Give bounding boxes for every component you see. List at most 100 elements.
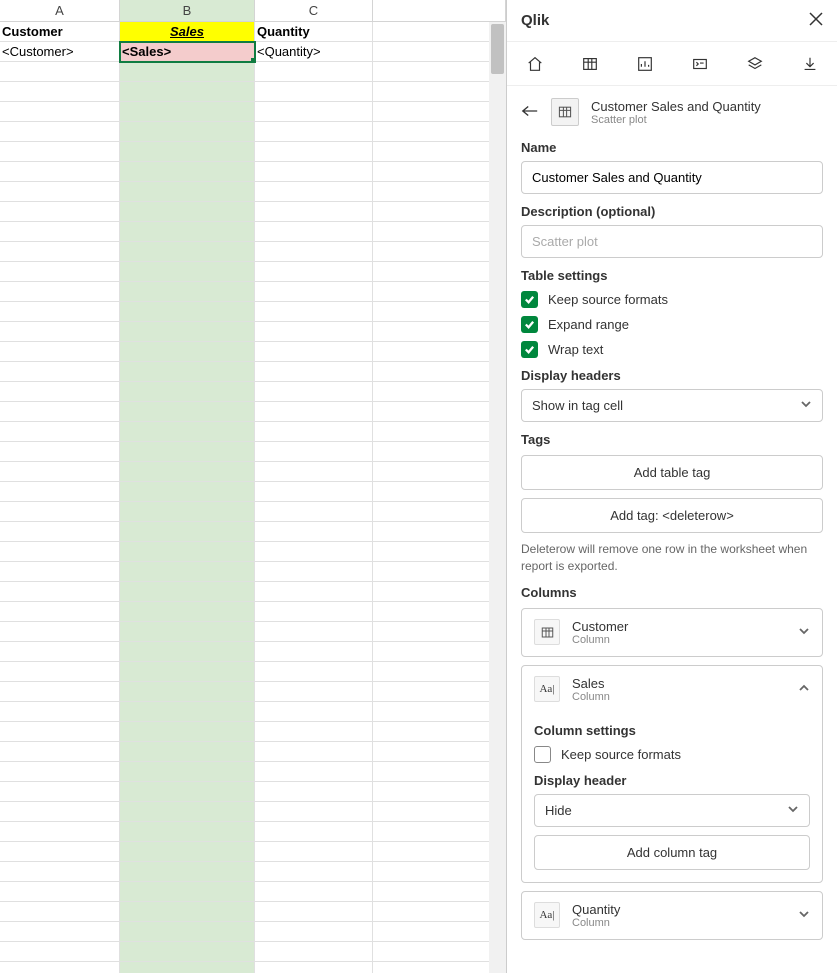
cell[interactable] [120,362,255,382]
cell[interactable] [0,942,120,962]
cell[interactable] [0,122,120,142]
cell[interactable] [0,842,120,862]
cell[interactable] [0,902,120,922]
cell[interactable] [373,962,506,973]
cell[interactable] [0,762,120,782]
cell[interactable] [0,402,120,422]
cell[interactable] [373,822,506,842]
cell[interactable] [120,582,255,602]
cell[interactable]: <Customer> [0,42,120,62]
cell[interactable] [373,202,506,222]
layers-icon[interactable] [727,42,782,85]
col-header-c[interactable]: C [255,0,373,22]
cell[interactable]: Quantity [255,22,373,42]
back-arrow-icon[interactable] [521,104,539,121]
cell[interactable] [255,462,373,482]
cell[interactable] [255,642,373,662]
cell[interactable] [373,702,506,722]
table-icon[interactable] [562,42,617,85]
cell[interactable] [120,382,255,402]
cell[interactable] [255,922,373,942]
cell[interactable] [0,502,120,522]
cell[interactable] [373,402,506,422]
cell[interactable] [120,102,255,122]
cell[interactable] [373,862,506,882]
cell[interactable] [255,242,373,262]
cell[interactable] [373,582,506,602]
cell[interactable] [373,882,506,902]
cell[interactable] [255,582,373,602]
cell[interactable] [373,302,506,322]
scroll-thumb[interactable] [491,24,504,74]
cell[interactable] [373,602,506,622]
cell[interactable] [373,342,506,362]
cell[interactable] [120,782,255,802]
cell[interactable] [373,22,506,42]
cell[interactable] [120,642,255,662]
cell[interactable] [120,242,255,262]
cell[interactable] [255,422,373,442]
cell[interactable] [0,202,120,222]
cell[interactable] [120,842,255,862]
column-item-header[interactable]: Aa| Sales Column [522,666,822,713]
cell[interactable] [120,882,255,902]
cell[interactable] [120,122,255,142]
column-item-header[interactable]: Customer Column [522,609,822,656]
cell[interactable] [0,342,120,362]
cell[interactable] [120,202,255,222]
cell[interactable] [120,862,255,882]
cell[interactable] [373,102,506,122]
cell[interactable] [0,662,120,682]
cell[interactable] [373,502,506,522]
cell[interactable] [255,942,373,962]
cell[interactable] [255,442,373,462]
cell[interactable] [373,922,506,942]
cell[interactable] [255,342,373,362]
cell[interactable] [373,782,506,802]
cell[interactable] [255,682,373,702]
cell[interactable] [0,582,120,602]
cell[interactable] [120,702,255,722]
cell[interactable] [0,442,120,462]
cell[interactable] [255,722,373,742]
cell[interactable] [373,522,506,542]
sheet-body[interactable]: Customer Sales Quantity <Customer> <Sale… [0,22,506,973]
cell[interactable] [0,482,120,502]
cell[interactable] [373,762,506,782]
cell[interactable] [120,802,255,822]
cell[interactable] [255,662,373,682]
cell[interactable] [373,462,506,482]
cell[interactable] [0,322,120,342]
cell[interactable] [0,182,120,202]
home-icon[interactable] [507,42,562,85]
cell[interactable] [373,82,506,102]
cell[interactable] [0,622,120,642]
cell[interactable] [255,762,373,782]
cell[interactable] [120,922,255,942]
cell[interactable] [120,82,255,102]
display-header-select[interactable]: Hide [534,794,810,827]
cell[interactable] [0,542,120,562]
cell[interactable] [120,62,255,82]
cell[interactable]: <Quantity> [255,42,373,62]
vertical-scrollbar[interactable] [489,22,506,973]
cell[interactable] [255,162,373,182]
cell[interactable] [373,622,506,642]
cell[interactable] [0,562,120,582]
cell[interactable] [255,362,373,382]
cell[interactable] [373,362,506,382]
cell[interactable] [255,302,373,322]
cell[interactable] [373,262,506,282]
cell[interactable] [0,782,120,802]
cell[interactable] [373,162,506,182]
cell[interactable] [255,202,373,222]
cell[interactable] [373,242,506,262]
cell[interactable] [255,882,373,902]
cell[interactable] [0,462,120,482]
cell[interactable] [255,742,373,762]
add-column-tag-button[interactable]: Add column tag [534,835,810,870]
cell[interactable] [0,362,120,382]
cell[interactable] [120,442,255,462]
cell[interactable] [0,222,120,242]
cell[interactable] [0,162,120,182]
